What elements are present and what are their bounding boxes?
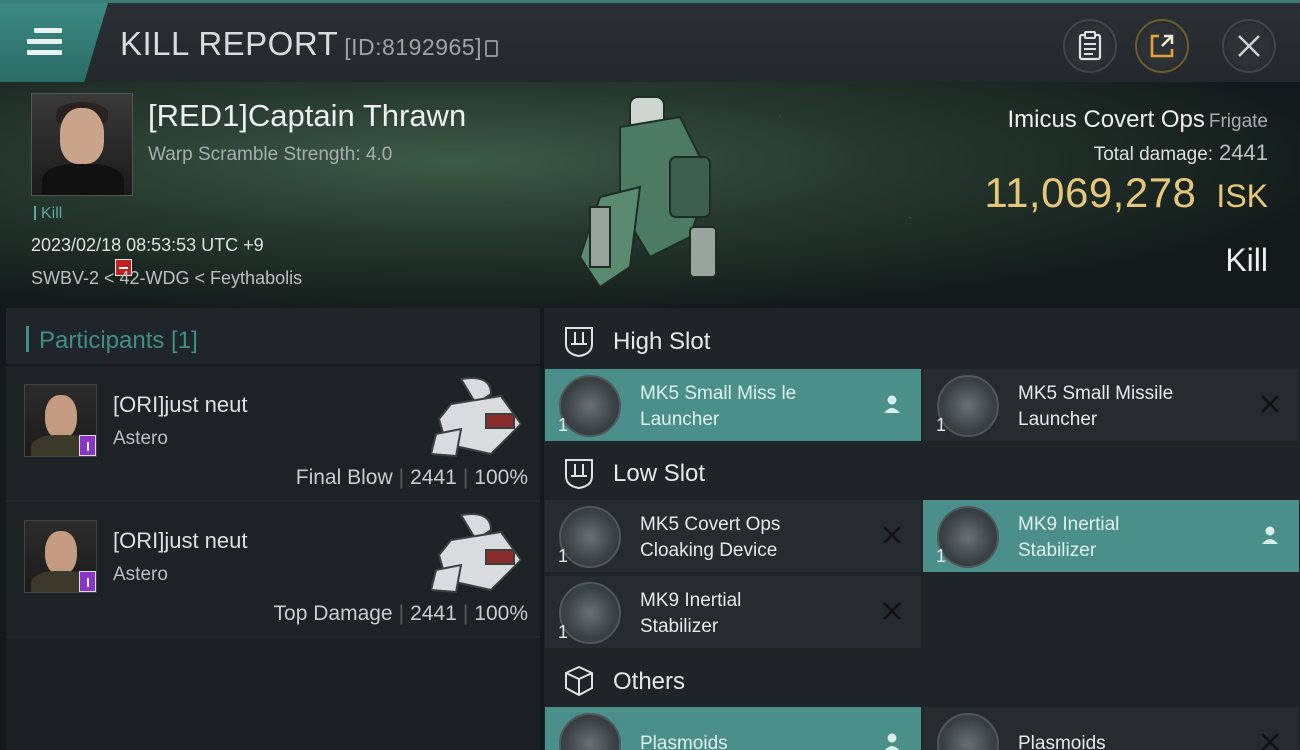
share-icon <box>1150 34 1174 58</box>
victim-name[interactable]: [RED1]Captain Thrawn <box>148 98 466 134</box>
item-name: MK9 Inertial Stabilizer <box>640 590 742 637</box>
cargo-item[interactable]: Plasmoids <box>923 707 1299 750</box>
victim-portrait[interactable] <box>31 93 133 196</box>
participants-header[interactable]: Participants [1] <box>6 308 540 366</box>
clipboard-icon <box>1078 31 1102 61</box>
low-slot-label: Low Slot <box>613 460 706 487</box>
kill-tag: Kill <box>34 205 62 223</box>
victim-ship-image[interactable] <box>560 87 760 302</box>
top-bar: KILL REPORT [ID:8192965] <box>0 0 1300 82</box>
result-label: Kill <box>1225 242 1268 278</box>
fitted-item[interactable]: 1 MK9 Inertial Stabilizer <box>545 576 921 648</box>
report-id: [ID:8192965] <box>344 34 482 60</box>
person-icon <box>884 733 900 750</box>
hamburger-icon <box>27 28 62 61</box>
item-name: MK5 Small Miss le Launcher <box>640 383 797 430</box>
item-name: MK9 Inertial Stabilizer <box>1018 514 1120 561</box>
standing-badge <box>79 571 96 592</box>
participant-stats: Final Blow | 2441 | 100% <box>295 466 528 489</box>
ship-class: Frigate <box>1208 111 1268 132</box>
close-icon <box>1261 733 1279 750</box>
victim-banner: [RED1]Captain Thrawn Warp Scramble Stren… <box>0 82 1300 308</box>
participant-ship: Astero <box>113 428 168 449</box>
fitted-item[interactable]: 1 MK5 Covert Ops Cloaking Device <box>545 500 921 572</box>
isk-unit: ISK <box>1216 178 1268 214</box>
copy-icon[interactable] <box>484 40 498 57</box>
participant-ship-image <box>431 513 523 594</box>
participant-role: Final Blow <box>295 466 393 489</box>
participant-name: [ORI]just neut <box>113 392 248 417</box>
item-quantity: 1 <box>558 622 569 642</box>
item-quantity: 1 <box>558 415 569 435</box>
high-slot-icon <box>565 327 593 358</box>
participant-percent: 100% <box>474 466 528 489</box>
total-damage: Total damage: 2441 <box>1094 140 1268 166</box>
plasmoids-icon <box>937 713 999 750</box>
person-icon <box>884 395 900 413</box>
warp-scramble-text: Warp Scramble Strength: 4.0 <box>148 144 393 165</box>
item-name: Plasmoids <box>640 733 728 750</box>
kill-location[interactable]: SWBV-2 < 42-WDG < Feythabolis <box>31 268 302 289</box>
participant-role: Top Damage <box>273 602 393 625</box>
participant-ship: Astero <box>113 564 168 585</box>
missile-launcher-icon <box>937 375 999 437</box>
menu-button[interactable] <box>0 3 108 82</box>
high-slot-header: High Slot <box>544 310 1300 370</box>
low-slot-header: Low Slot <box>544 442 1300 502</box>
item-quantity: 1 <box>936 415 947 435</box>
participant-row[interactable]: [ORI]just neut Astero Top Damage | 2441 | 10… <box>6 502 540 638</box>
participant-percent: 100% <box>474 602 528 625</box>
fitted-item[interactable]: 1 MK5 Small Miss le Launcher <box>545 369 921 441</box>
item-name: MK5 Small Missile Launcher <box>1018 383 1174 430</box>
fitted-item[interactable]: 1 MK5 Small Missile Launcher <box>923 369 1299 441</box>
total-damage-label: Total damage: <box>1093 144 1214 165</box>
low-slot-icon <box>565 459 593 490</box>
participant-ship-image <box>431 377 523 458</box>
close-icon <box>883 602 901 620</box>
item-quantity: 1 <box>936 546 947 566</box>
kill-datetime: 2023/02/18 08:53:53 UTC +9 <box>31 235 264 255</box>
close-icon <box>1238 35 1260 57</box>
participant-name: [ORI]just neut <box>113 528 248 553</box>
item-name: MK5 Covert Ops Cloaking Device <box>640 514 781 561</box>
participant-damage: 2441 <box>410 466 457 489</box>
cargo-item[interactable]: Plasmoids <box>545 707 921 750</box>
close-button[interactable] <box>1222 19 1276 73</box>
person-icon <box>1262 526 1278 544</box>
missile-launcher-icon <box>559 375 621 437</box>
inertial-stabilizer-icon <box>937 506 999 568</box>
others-header: Others <box>544 650 1300 710</box>
fitting-panel: High Slot 1 MK5 Small Miss le Launcher 1 … <box>544 308 1300 750</box>
plasmoids-icon <box>559 713 621 750</box>
cargo-box-icon <box>565 665 593 697</box>
close-icon <box>883 526 901 544</box>
clipboard-button[interactable] <box>1063 19 1117 73</box>
item-name: Plasmoids <box>1018 733 1106 750</box>
share-button[interactable] <box>1135 19 1189 73</box>
ship-name-text: Imicus Covert Ops <box>1007 106 1205 133</box>
total-damage-value: 2441 <box>1219 140 1268 165</box>
inertial-stabilizer-icon <box>559 582 621 644</box>
participant-damage: 2441 <box>410 602 457 625</box>
victim-ship-name[interactable]: Imicus Covert Ops Frigate <box>1007 106 1268 134</box>
page-title: KILL REPORT [ID:8192965] <box>120 25 498 63</box>
participants-panel: Participants [1] [ORI]just neut Astero F… <box>6 308 540 750</box>
fitted-item[interactable]: 1 MK9 Inertial Stabilizer <box>923 500 1299 572</box>
title-text: KILL REPORT <box>120 25 339 62</box>
cloaking-device-icon <box>559 506 621 568</box>
close-icon <box>1261 395 1279 413</box>
isk-value: 11,069,278 ISK <box>984 169 1268 217</box>
participant-stats: Top Damage | 2441 | 100% <box>273 602 528 625</box>
high-slot-label: High Slot <box>613 328 711 355</box>
item-quantity: 1 <box>558 546 569 566</box>
standing-badge <box>79 435 96 456</box>
others-label: Others <box>613 668 686 695</box>
participant-row[interactable]: [ORI]just neut Astero Final Blow | 2441 | 10… <box>6 366 540 502</box>
isk-amount: 11,069,278 <box>984 169 1197 216</box>
